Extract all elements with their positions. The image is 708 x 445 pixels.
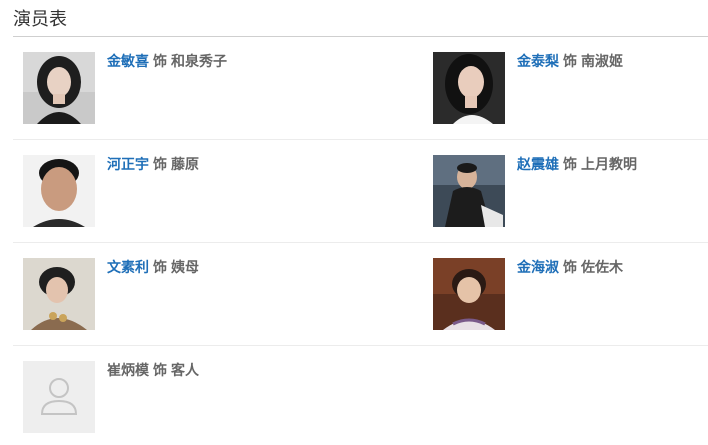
actor-photo[interactable]: [433, 155, 505, 227]
actor-link[interactable]: 金泰梨: [517, 54, 559, 70]
cast-card: 赵震雄饰上月教明: [433, 155, 708, 227]
cast-entry: 金海淑饰佐佐木: [517, 258, 623, 278]
actor-link[interactable]: 河正宇: [107, 157, 149, 173]
row-divider: [13, 139, 708, 140]
cast-entry: 崔炳模饰客人: [107, 361, 199, 381]
as-label: 饰: [563, 54, 577, 70]
as-label: 饰: [153, 157, 167, 173]
row-divider: [13, 345, 708, 346]
cast-card: 金泰梨饰南淑姬: [433, 52, 708, 124]
as-label: 饰: [153, 54, 167, 70]
avatar-placeholder-icon: [23, 361, 95, 433]
role-name: 藤原: [171, 157, 199, 173]
role-name: 佐佐木: [581, 260, 623, 276]
cast-card: 金海淑饰佐佐木: [433, 258, 708, 330]
actor-photo[interactable]: [23, 52, 95, 124]
cast-entry: 文素利饰姨母: [107, 258, 199, 278]
actor-photo[interactable]: [23, 258, 95, 330]
cast-entry: 河正宇饰藤原: [107, 155, 199, 175]
cast-card: 金敏喜饰和泉秀子: [23, 52, 353, 124]
actor-photo[interactable]: [433, 52, 505, 124]
as-label: 饰: [563, 157, 577, 173]
row-divider: [13, 242, 708, 243]
actor-link[interactable]: 金敏喜: [107, 54, 149, 70]
actor-link[interactable]: 金海淑: [517, 260, 559, 276]
role-name: 姨母: [171, 260, 199, 276]
role-name: 南淑姬: [581, 54, 623, 70]
cast-entry: 金泰梨饰南淑姬: [517, 52, 623, 72]
cast-card: 河正宇饰藤原: [23, 155, 353, 227]
cast-entry: 赵震雄饰上月教明: [517, 155, 637, 175]
title-divider: [13, 36, 708, 37]
cast-card: 文素利饰姨母: [23, 258, 353, 330]
as-label: 饰: [153, 363, 167, 379]
actor-link[interactable]: 文素利: [107, 260, 149, 276]
page-title: 演员表: [13, 9, 67, 30]
role-name: 和泉秀子: [171, 54, 227, 70]
cast-entry: 金敏喜饰和泉秀子: [107, 52, 227, 72]
actor-link[interactable]: 赵震雄: [517, 157, 559, 173]
role-name: 客人: [171, 363, 199, 379]
as-label: 饰: [153, 260, 167, 276]
actor-photo[interactable]: [23, 155, 95, 227]
cast-card: 崔炳模饰客人: [23, 361, 353, 433]
actor-photo[interactable]: [433, 258, 505, 330]
actor-name: 崔炳模: [107, 363, 149, 379]
role-name: 上月教明: [581, 157, 637, 173]
as-label: 饰: [563, 260, 577, 276]
